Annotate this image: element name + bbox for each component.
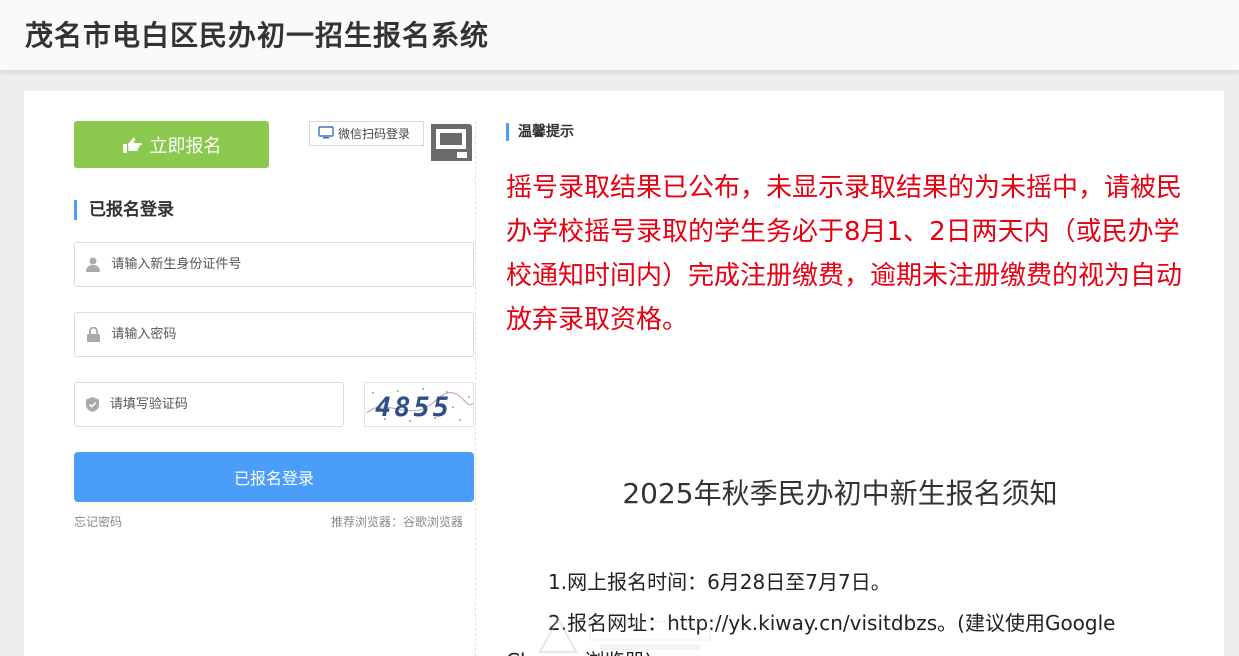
password-field[interactable]	[74, 312, 474, 357]
register-now-button[interactable]: 立即报名	[74, 121, 269, 168]
id-number-field[interactable]	[74, 242, 474, 287]
captcha-image[interactable]: 4855	[364, 382, 474, 427]
forgot-password-link[interactable]: 忘记密码	[74, 513, 122, 530]
watermark-logo	[530, 612, 750, 656]
logged-in-section-title: 已报名登录	[74, 200, 174, 220]
monitor-icon	[318, 125, 334, 142]
tips-title: 温馨提示	[506, 123, 574, 141]
site-title: 茂名市电白区民办初一招生报名系统	[25, 19, 490, 52]
admission-alert: 摇号录取结果已公布，未显示录取结果的为未摇中，请被民办学校摇号录取的学生务必于8…	[506, 173, 1183, 335]
login-button[interactable]: 已报名登录	[74, 452, 474, 502]
top-header: 茂名市电白区民办初一招生报名系统	[0, 0, 1239, 70]
password-input[interactable]	[111, 313, 473, 356]
lock-icon	[75, 327, 111, 342]
id-number-input[interactable]	[111, 243, 473, 286]
user-icon	[75, 257, 111, 272]
hand-pointer-icon	[122, 136, 144, 154]
qr-code-icon[interactable]	[427, 121, 472, 165]
captcha-input[interactable]	[109, 383, 343, 426]
register-now-label: 立即报名	[149, 135, 222, 157]
wechat-scan-login-label: 微信扫码登录	[338, 127, 411, 141]
browser-recommendation: 推荐浏览器：谷歌浏览器	[331, 515, 464, 529]
shield-icon	[75, 397, 110, 412]
notice-title: 2025年秋季民办初中新生报名须知	[622, 477, 1058, 510]
wechat-scan-login[interactable]: 微信扫码登录	[309, 121, 424, 146]
column-divider	[475, 121, 476, 656]
captcha-field[interactable]	[74, 382, 344, 427]
notice-item-1: 1.网上报名时间：6月28日至7月7日。	[548, 570, 891, 594]
captcha-text: 4855	[375, 392, 452, 423]
